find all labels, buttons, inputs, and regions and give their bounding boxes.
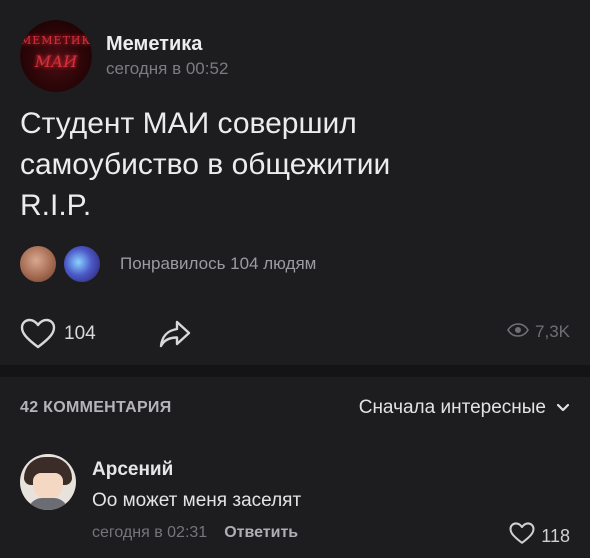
comments-section: 42 КОММЕНТАРИЯ Сначала интересные Арсени… — [0, 377, 590, 558]
post-card: МЕМЕТИКА МАИ Меметика сегодня в 00:52 Ст… — [0, 0, 590, 365]
post-header: МЕМЕТИКА МАИ Меметика сегодня в 00:52 — [20, 20, 228, 92]
views-count: 7,3K — [535, 322, 570, 341]
section-divider — [0, 365, 590, 377]
eye-icon — [507, 322, 529, 342]
comment-text: Оо может меня заселят — [92, 490, 302, 511]
comment-author[interactable]: Арсений — [92, 459, 301, 481]
comment-like-count: 118 — [541, 525, 570, 546]
comments-count: 42 КОММЕНТАРИЯ — [20, 399, 172, 416]
comments-sort-dropdown[interactable]: Сначала интересные — [359, 397, 570, 419]
like-count: 104 — [64, 323, 96, 344]
sort-label: Сначала интересные — [358, 397, 546, 418]
liked-by-avatars — [18, 244, 106, 284]
post-header-text: Меметика сегодня в 00:52 — [106, 32, 228, 80]
post-actions: 104 7,3K — [20, 318, 570, 352]
chevron-down-icon — [546, 399, 570, 417]
liker-avatar — [18, 244, 58, 284]
avatar-logo-text-bottom: МАИ — [34, 52, 78, 71]
post-text-line: самоубиство в общежитии — [20, 148, 391, 181]
comment-like-button[interactable]: 118 — [509, 522, 570, 550]
comment-body: Арсений Оо может меня заселят сегодня в … — [92, 459, 301, 543]
reply-button[interactable]: Ответить — [224, 523, 298, 543]
group-avatar[interactable]: МЕМЕТИКА МАИ — [20, 20, 92, 92]
liked-by-row[interactable]: Понравилось 104 людям — [18, 244, 316, 284]
share-button[interactable] — [158, 319, 192, 354]
like-button[interactable]: 104 — [20, 318, 96, 350]
comment-meta: сегодня в 02:31 Ответить — [92, 523, 301, 543]
avatar-logo-text-top: МЕМЕТИКА — [20, 34, 92, 47]
commenter-avatar[interactable] — [20, 454, 76, 510]
group-name[interactable]: Меметика — [106, 32, 228, 56]
liker-avatar — [62, 244, 102, 284]
liked-by-text: Понравилось 104 людям — [120, 254, 317, 273]
comments-header: 42 КОММЕНТАРИЯ Сначала интересные — [20, 397, 570, 421]
post-text: Студент МАИ совершил самоубиство в общеж… — [20, 103, 560, 226]
post-text-line: Студент МАИ совершил — [20, 107, 357, 140]
post-text-line: R.I.P. — [20, 189, 92, 222]
post-timestamp: сегодня в 00:52 — [106, 59, 229, 78]
heart-icon — [20, 318, 56, 350]
heart-icon — [509, 522, 535, 550]
share-arrow-icon — [158, 320, 192, 353]
views-counter: 7,3K — [507, 322, 570, 342]
comment-timestamp: сегодня в 02:31 — [92, 524, 208, 541]
